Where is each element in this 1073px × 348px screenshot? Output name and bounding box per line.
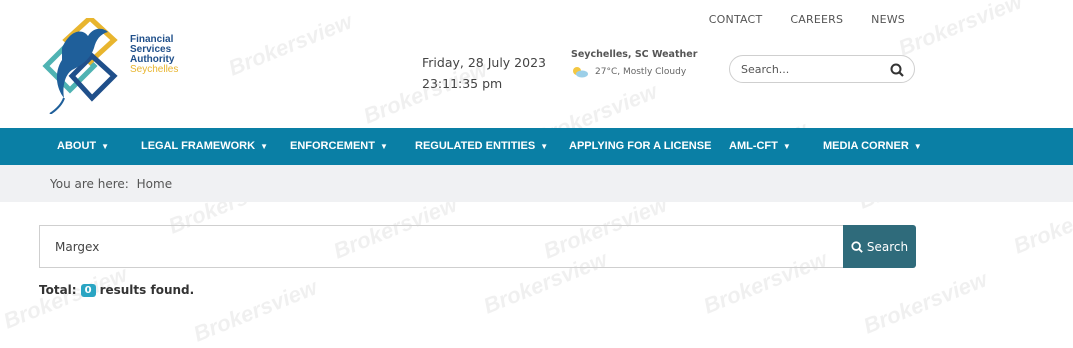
date-text: Friday, 28 July 2023 <box>422 55 546 70</box>
chevron-down-icon: ▼ <box>540 141 549 151</box>
breadcrumb-text: You are here: Home <box>50 177 172 191</box>
nav-label: AML-CFT <box>729 140 778 152</box>
careers-link[interactable]: CAREERS <box>790 13 843 26</box>
watermark: Brokersview <box>859 266 991 339</box>
search-input[interactable]: Margex <box>39 225 844 268</box>
nav-regulated-entities[interactable]: REGULATED ENTITIES ▼ <box>415 140 548 152</box>
fsa-logo-icon <box>42 14 118 115</box>
weather-title: Seychelles, SC Weather <box>571 49 698 60</box>
datetime: Friday, 28 July 2023 23:11:35 pm <box>422 52 546 94</box>
watermark: Brokersview <box>894 0 1026 61</box>
nav-legal-framework[interactable]: LEGAL FRAMEWORK ▼ <box>141 140 268 152</box>
chevron-down-icon: ▼ <box>260 141 268 151</box>
results-count-badge: 0 <box>80 283 96 297</box>
top-links: CONTACT CAREERS NEWS <box>709 13 905 26</box>
nav-label: ABOUT <box>57 140 97 152</box>
cloudy-icon <box>573 67 588 78</box>
news-link[interactable]: NEWS <box>871 13 905 26</box>
header-search-input[interactable]: Search... <box>729 55 915 83</box>
weather-condition: 27°C, Mostly Cloudy <box>595 67 687 77</box>
breadcrumb: You are here: Home <box>0 165 1073 202</box>
nav-media-corner[interactable]: MEDIA CORNER ▼ <box>823 140 922 152</box>
search-icon[interactable] <box>890 62 904 81</box>
chevron-down-icon: ▼ <box>782 141 791 151</box>
weather-widget: Seychelles, SC Weather 27°C, Mostly Clou… <box>571 49 697 78</box>
results-suffix: results found. <box>99 283 195 297</box>
nav-about[interactable]: ABOUT ▼ <box>57 140 109 152</box>
nav-applying-for-a-license[interactable]: APPLYING FOR A LICENSE <box>569 140 711 152</box>
watermark: Brokersview <box>0 261 131 334</box>
watermark: Brokersview <box>224 8 356 81</box>
nav-label: ENFORCEMENT <box>290 140 375 152</box>
logo-line: Seychelles <box>130 64 179 75</box>
search-input-value: Margex <box>55 240 100 254</box>
contact-link[interactable]: CONTACT <box>709 13 763 26</box>
watermark: Brokersview <box>189 274 321 347</box>
nav-label: LEGAL FRAMEWORK <box>141 140 256 152</box>
nav-label: REGULATED ENTITIES <box>415 140 536 152</box>
breadcrumb-prefix: You are here: <box>50 177 129 191</box>
nav-label: MEDIA CORNER <box>823 140 909 152</box>
breadcrumb-home-link[interactable]: Home <box>137 177 172 191</box>
chevron-down-icon: ▼ <box>379 141 388 151</box>
search-button[interactable]: Search <box>843 225 916 268</box>
nav-enforcement[interactable]: ENFORCEMENT ▼ <box>290 140 388 152</box>
header-search-placeholder: Search... <box>741 63 790 76</box>
logo-text: Financial Services Authority Seychelles <box>130 35 178 75</box>
results-prefix: Total: <box>39 283 77 297</box>
time-text: 23:11:35 pm <box>422 76 503 91</box>
search-icon <box>851 240 863 253</box>
chevron-down-icon: ▼ <box>913 141 922 151</box>
search-button-label: Search <box>866 239 909 254</box>
results-summary: Total: 0 results found. <box>39 283 194 297</box>
chevron-down-icon: ▼ <box>101 141 110 151</box>
nav-label: APPLYING FOR A LICENSE <box>569 140 712 152</box>
fsa-logo[interactable]: Financial Services Authority Seychelles <box>42 14 202 115</box>
main-nav: ABOUT ▼ LEGAL FRAMEWORK ▼ ENFORCEMENT ▼ REG… <box>0 128 1073 165</box>
weather-line: 27°C, Mostly Cloudy <box>571 66 697 78</box>
nav-aml-cft[interactable]: AML-CFT ▼ <box>729 140 791 152</box>
